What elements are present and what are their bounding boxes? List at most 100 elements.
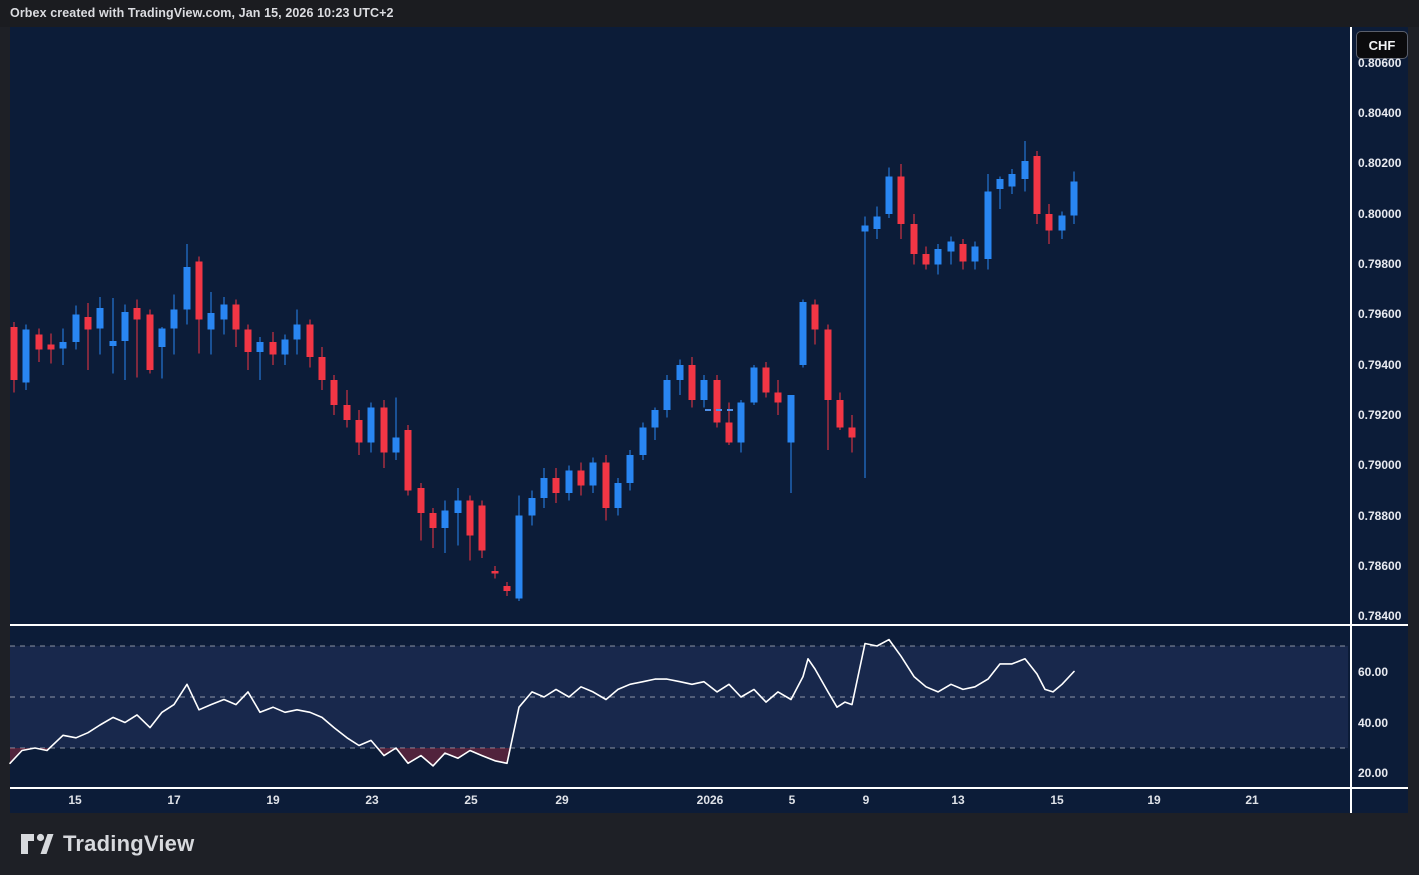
candle-body [356,420,363,443]
candle-body [578,470,585,485]
candle-body [1034,156,1041,214]
candle-body [862,225,869,231]
time-label: 13 [951,793,964,807]
time-label: 29 [555,793,568,807]
candle-body [751,367,758,402]
time-label: 19 [1147,793,1160,807]
candle-body [874,217,881,230]
candle-body [381,407,388,452]
candle-body [1046,214,1053,230]
price-label: 0.80600 [1358,56,1418,70]
candle-body [479,505,486,550]
time-label: 2026 [697,793,724,807]
candle-body [1022,161,1029,179]
candle-body [738,402,745,442]
tradingview-logo-text: TradingView [63,831,194,857]
candle-body [270,342,277,355]
candle-body [442,510,449,528]
indicator-value-label: 20.00 [1358,766,1418,780]
price-label: 0.79600 [1358,307,1418,321]
candle-body [640,428,647,456]
chart-canvas[interactable] [0,0,1419,875]
candle-body [405,430,412,490]
price-label: 0.80400 [1358,106,1418,120]
time-label: 19 [266,793,279,807]
time-axis-separator [10,787,1408,789]
candle-body [208,313,215,329]
candle-body [368,407,375,442]
candle-body [603,463,610,508]
candle-body [627,455,634,483]
candle-body [147,315,154,370]
time-label: 23 [365,793,378,807]
candle-body [85,317,92,330]
candle-body [221,304,228,319]
candle-body [467,500,474,535]
candle-body [775,392,782,402]
candle-body [898,176,905,224]
price-label: 0.80200 [1358,156,1418,170]
candle-body [344,405,351,420]
candle-body [319,357,326,380]
candle-body [800,302,807,365]
time-label: 15 [68,793,81,807]
candle-body [701,380,708,400]
candle-body [110,341,117,346]
candle-body [48,345,55,350]
tradingview-chart-page: Orbex created with TradingView.com, Jan … [0,0,1419,875]
price-label: 0.80000 [1358,207,1418,221]
candle-body [184,267,191,310]
candle-body [418,488,425,513]
candle-body [664,380,671,410]
candle-body [1059,215,1066,230]
currency-badge[interactable]: CHF [1356,31,1408,59]
candle-body [455,500,462,513]
candle-body [122,312,129,341]
candle-body [886,176,893,214]
price-label: 0.78600 [1358,559,1418,573]
price-label: 0.79800 [1358,257,1418,271]
candle-body [726,423,733,443]
pane-separator[interactable] [10,624,1408,626]
candle-body [504,586,511,591]
candle-body [948,242,955,252]
candle-body [788,395,795,443]
candle-body [257,342,264,352]
candle-body [825,330,832,400]
candle-body [677,365,684,380]
indicator-value-label: 40.00 [1358,716,1418,730]
candle-body [763,367,770,392]
candle-body [393,438,400,453]
candle-body [972,247,979,262]
candle-body [331,380,338,405]
candle-body [652,410,659,428]
candle-body [566,470,573,493]
price-label: 0.79000 [1358,458,1418,472]
candle-body [282,340,289,355]
candle-body [307,325,314,358]
candle-body [985,191,992,259]
candle-body [134,308,141,319]
candle-body [923,254,930,264]
time-label: 25 [464,793,477,807]
indicator-value-label: 60.00 [1358,665,1418,679]
price-label: 0.79400 [1358,358,1418,372]
candle-body [294,325,301,340]
price-label: 0.79200 [1358,408,1418,422]
candle-body [529,498,536,516]
candle-body [837,400,844,428]
candle-body [23,330,30,383]
candle-body [171,309,178,328]
tradingview-logo[interactable]: TradingView [20,831,194,857]
price-label: 0.78400 [1358,609,1418,623]
footer: TradingView [0,813,1419,875]
candle-body [97,308,104,328]
candle-body [541,478,548,498]
candle-body [615,483,622,508]
candle-body [1009,174,1016,187]
candle-body [997,179,1004,189]
candle-body [689,365,696,400]
price-label: 0.78800 [1358,509,1418,523]
candle-body [935,249,942,264]
candle-body [911,224,918,254]
